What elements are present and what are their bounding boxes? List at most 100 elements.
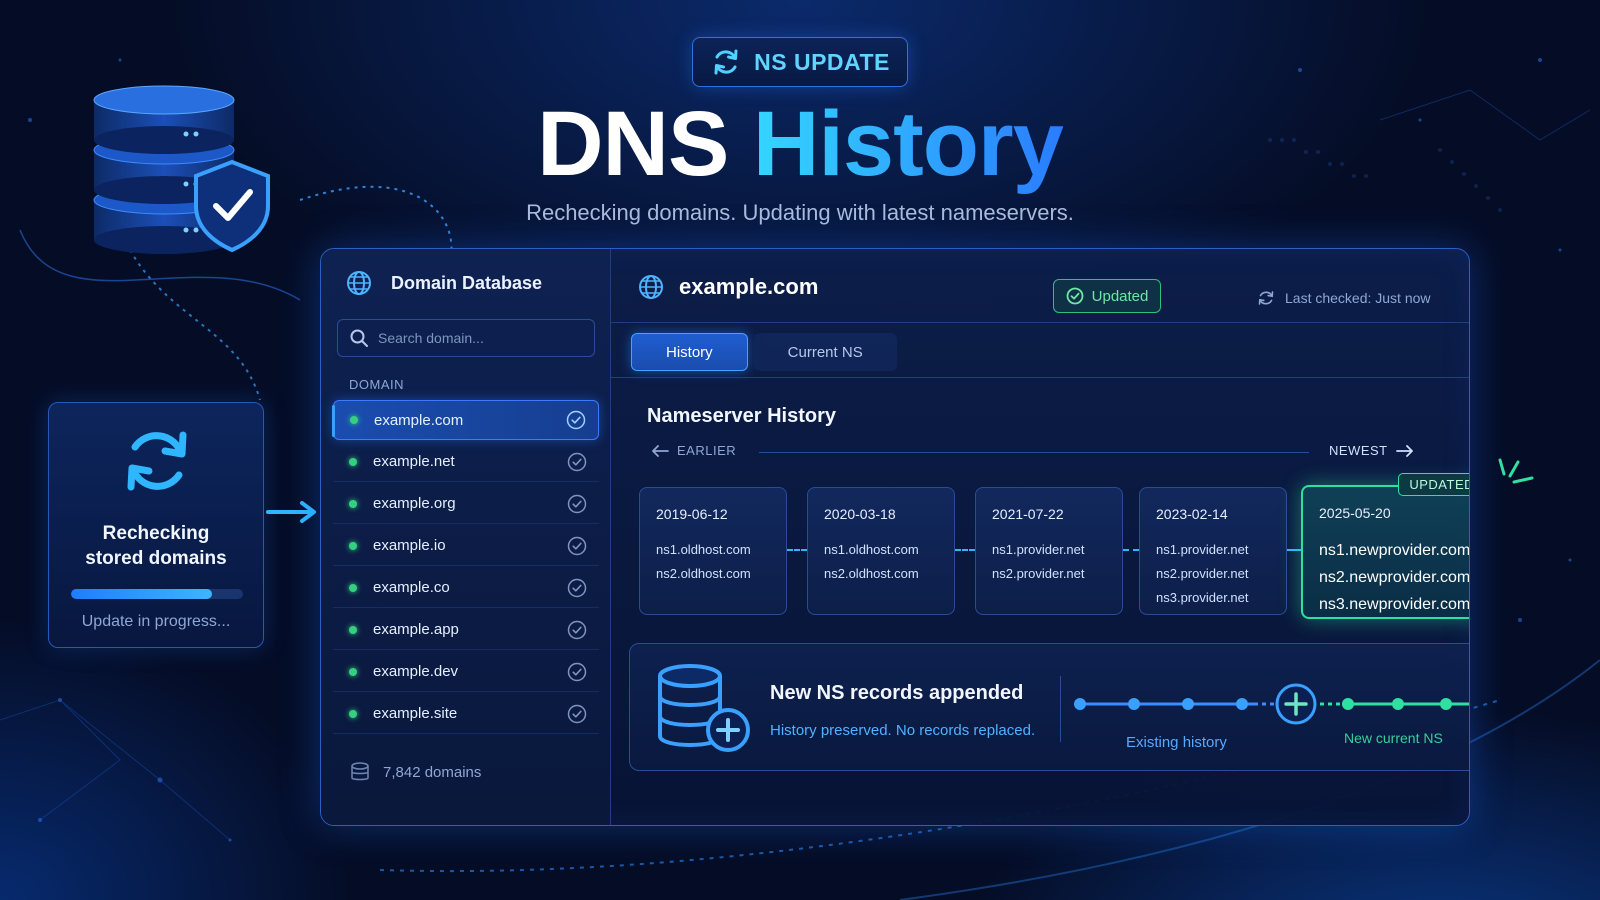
- status-dot: [349, 541, 357, 550]
- sync-icon: [127, 431, 187, 491]
- status-dot: [349, 709, 357, 718]
- domain-name: example.site: [373, 705, 458, 722]
- badge-label: NS UPDATE: [754, 48, 890, 75]
- domain-list-item[interactable]: example.app: [333, 610, 599, 650]
- column-label-domain: DOMAIN: [349, 377, 404, 392]
- arrow-right-icon: [1395, 444, 1413, 457]
- status-dot: [349, 583, 357, 592]
- domain-list-item[interactable]: example.org: [333, 484, 599, 524]
- arrow-right-icon: [266, 501, 316, 523]
- domain-list-item[interactable]: example.net: [333, 442, 599, 482]
- nameserver: ns2.oldhost.com: [656, 566, 751, 581]
- globe-icon: [639, 275, 663, 299]
- history-timeline: 2019-06-12 ns1.oldhost.com ns2.oldhost.com…: [639, 473, 1470, 622]
- tab-bar: History Current NS: [631, 333, 897, 371]
- nameserver: ns3.provider.net: [1156, 590, 1249, 605]
- tab-divider: [611, 377, 1469, 378]
- status-badge: Updated: [1053, 279, 1161, 313]
- title-dns: DNS: [537, 93, 729, 195]
- check-circle-icon: [1066, 287, 1084, 305]
- recheck-title: Rechecking stored domains: [49, 521, 263, 571]
- domain-list-item[interactable]: example.com: [332, 400, 599, 440]
- last-checked[interactable]: Last checked: Just now: [1257, 289, 1431, 307]
- append-title: New NS records appended: [770, 682, 1024, 704]
- detail-domain-name: example.com: [679, 274, 819, 299]
- domain-name: example.dev: [373, 663, 459, 680]
- domain-detail: example.com Updated Last checked: Just n…: [611, 249, 1470, 825]
- check-circle-icon: [567, 452, 587, 471]
- history-date: 2019-06-12: [656, 506, 728, 522]
- nameserver: ns1.oldhost.com: [824, 542, 919, 557]
- search-box[interactable]: [337, 319, 595, 357]
- database-add-icon: [658, 664, 750, 752]
- append-flow-diagram: [1074, 683, 1469, 725]
- new-current-ns-label: New current NS: [1344, 730, 1443, 746]
- timeline-newest: NEWEST: [1329, 443, 1414, 458]
- history-card[interactable]: 2019-06-12 ns1.oldhost.com ns2.oldhost.com: [639, 487, 787, 615]
- domain-name: example.com: [374, 411, 464, 429]
- domain-name: example.io: [373, 537, 446, 554]
- domain-count-label: 7,842 domains: [383, 763, 482, 781]
- domain-list-item[interactable]: example.io: [333, 526, 599, 566]
- domain-name: example.app: [373, 621, 459, 638]
- status-dot: [349, 499, 357, 508]
- history-card[interactable]: 2021-07-22 ns1.provider.net ns2.provider.n…: [975, 487, 1123, 615]
- detail-domain: example.com: [637, 273, 818, 301]
- tab-history[interactable]: History: [631, 333, 748, 371]
- timeline-connector: [1287, 549, 1301, 551]
- nameserver: ns2.newprovider.com: [1319, 569, 1470, 586]
- status-badge-label: Updated: [1091, 287, 1149, 305]
- sidebar: Domain Database DOMAIN example.comexampl…: [321, 249, 611, 825]
- check-circle-icon: [567, 494, 587, 513]
- progress-bar: [71, 589, 243, 599]
- check-circle-icon: [567, 620, 587, 639]
- earlier-label: EARLIER: [677, 443, 737, 458]
- nameserver: ns1.provider.net: [992, 542, 1085, 557]
- nameserver: ns2.oldhost.com: [824, 566, 919, 581]
- nameserver: ns1.oldhost.com: [656, 542, 751, 557]
- search-input[interactable]: [378, 330, 578, 346]
- domain-name: example.org: [373, 495, 456, 512]
- domain-count: 7,842 domains: [349, 761, 481, 783]
- progress-fill: [71, 589, 213, 599]
- status-dot: [350, 416, 358, 424]
- check-circle-icon: [567, 662, 587, 681]
- history-date: 2023-02-14: [1156, 506, 1228, 522]
- title-history: History: [752, 93, 1064, 195]
- history-card[interactable]: 2023-02-14 ns1.provider.net ns2.provider.n…: [1139, 487, 1287, 615]
- database-icon: [351, 762, 369, 781]
- history-date: 2025-05-20: [1319, 505, 1391, 521]
- domain-list-item[interactable]: example.site: [333, 694, 599, 734]
- nameserver: ns1.newprovider.com: [1319, 542, 1470, 559]
- status-dot: [349, 457, 357, 466]
- existing-history-label: Existing history: [1126, 734, 1227, 751]
- check-circle-icon: [567, 536, 587, 555]
- history-card-current[interactable]: UPDATED 2025-05-20 ns1.newprovider.com ns2.…: [1301, 473, 1470, 619]
- nameserver: ns1.provider.net: [1156, 542, 1249, 557]
- domain-list-item[interactable]: example.co: [333, 568, 599, 608]
- sparkle-icon: [1498, 458, 1534, 484]
- tab-current-ns[interactable]: Current NS: [753, 333, 897, 371]
- domain-name: example.co: [373, 579, 450, 596]
- search-icon: [350, 329, 368, 347]
- check-circle-icon: [567, 704, 587, 723]
- timeline-line: [759, 452, 1309, 453]
- domain-name: example.net: [373, 453, 455, 470]
- sidebar-title: Domain Database: [391, 272, 543, 293]
- recheck-title-line1: Rechecking: [102, 523, 210, 544]
- ns-update-badge: NS UPDATE: [692, 37, 908, 87]
- timeline-earlier: EARLIER: [651, 443, 736, 458]
- history-date: 2020-03-18: [824, 506, 896, 522]
- section-title: Nameserver History: [647, 405, 836, 427]
- history-card[interactable]: 2020-03-18 ns1.oldhost.com ns2.oldhost.com: [807, 487, 955, 615]
- status-dot: [349, 625, 357, 634]
- domain-list: example.com example.net example.org example…: [332, 400, 599, 736]
- domain-list-item[interactable]: example.dev: [333, 652, 599, 692]
- newest-label: NEWEST: [1329, 443, 1388, 458]
- timeline-connector: [787, 549, 807, 551]
- last-checked-label: Last checked: Just now: [1285, 290, 1431, 306]
- nameserver: ns3.newprovider.com: [1319, 596, 1470, 613]
- append-subtitle: History preserved. No records replaced.: [770, 722, 1036, 739]
- app-window: Domain Database DOMAIN example.comexampl…: [320, 248, 1470, 826]
- history-date: 2021-07-22: [992, 506, 1064, 522]
